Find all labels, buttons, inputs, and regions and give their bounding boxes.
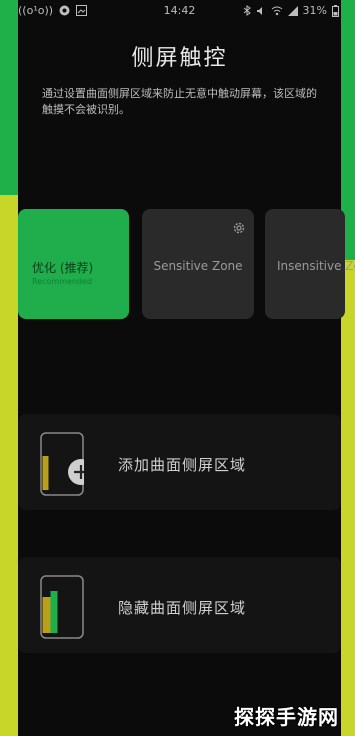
- zone-label-optimized: 优化 (推荐): [32, 261, 94, 275]
- zone-card-sensitive[interactable]: Sensitive Zone: [142, 209, 254, 319]
- edge-zone-right-bottom: [341, 260, 355, 736]
- bluetooth-icon: [243, 5, 251, 16]
- zone-label-sensitive: Sensitive Zone: [153, 259, 243, 273]
- add-edge-zone-row[interactable]: 添加曲面侧屏区域: [18, 414, 341, 510]
- zone-sublabel-recommended: Recommended: [32, 277, 93, 286]
- zone-card-insensitive[interactable]: Insensitive Zo: [265, 209, 355, 319]
- hide-edge-zone-label: 隐藏曲面侧屏区域: [118, 599, 247, 617]
- battery-icon: [332, 4, 339, 17]
- watermark: 探探手游网: [233, 704, 339, 730]
- add-edge-zone-label: 添加曲面侧屏区域: [118, 456, 247, 474]
- page-description: 通过设置曲面侧屏区域来防止无意中触动屏幕，该区域的触摸不会被识别。: [42, 87, 317, 116]
- battery-percent: 31%: [302, 4, 327, 17]
- wifi-icon: [271, 6, 282, 15]
- edge-zone-left-top: [0, 0, 18, 195]
- mute-icon: [256, 6, 262, 15]
- phone-edge-add-icon: [40, 432, 84, 496]
- phone-edge-hide-icon: [40, 575, 84, 639]
- zone-label-insensitive: Insensitive Zo: [277, 259, 355, 273]
- status-bar: ((o¹o)) 14:42 31%: [18, 0, 341, 22]
- page-title: 侧屏触控: [131, 46, 228, 71]
- edge-zone-left-bottom: [0, 195, 18, 736]
- status-right: 31%: [243, 4, 339, 17]
- zone-card-optimized[interactable]: 优化 (推荐) Recommended: [18, 209, 129, 319]
- settings-icon[interactable]: [232, 221, 246, 235]
- signal-icon: [287, 5, 298, 16]
- hide-edge-zone-row[interactable]: 隐藏曲面侧屏区域: [18, 557, 341, 653]
